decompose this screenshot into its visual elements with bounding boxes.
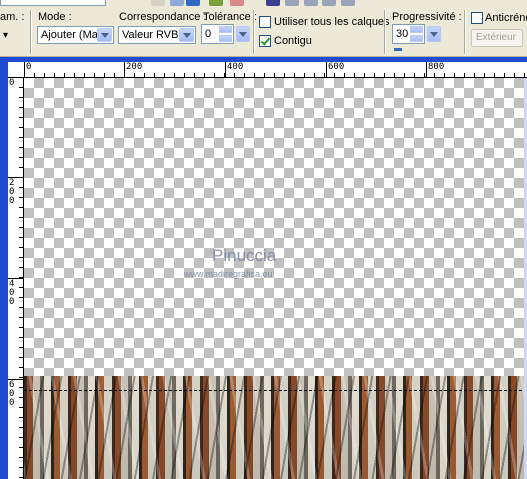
spin-down-icon[interactable]	[410, 35, 423, 42]
progressivite-stepper[interactable]: 30	[392, 24, 441, 44]
ruler-label: 600	[9, 380, 15, 408]
tolerance-label: Tolérance :	[203, 11, 257, 23]
chevron-down-icon[interactable]	[427, 26, 441, 42]
use-all-layers-checkbox[interactable]	[259, 16, 271, 28]
ruler-label: 0	[9, 78, 15, 88]
mode-value: Ajouter (Maj)	[41, 29, 99, 41]
ruler-tick	[326, 62, 327, 77]
vertical-ruler: 0 200 400 600	[8, 77, 24, 479]
ruler-label: 200	[126, 62, 143, 72]
tool-options-bar: am. : ▾ Mode : Ajouter (Maj) Corresponda…	[0, 8, 527, 57]
separator	[384, 10, 386, 54]
floor-image-layer	[24, 376, 527, 479]
ruler-label: 600	[328, 62, 345, 72]
separator	[464, 10, 466, 54]
image-canvas[interactable]: Pinuccia www.madiregrafica.eu	[24, 78, 527, 479]
spin-down-icon[interactable]	[219, 35, 232, 42]
tool-icon[interactable]	[186, 0, 200, 6]
partial-label: am. :	[0, 11, 25, 23]
correspondance-label: Correspondance :	[119, 11, 207, 23]
tool-icon[interactable]	[322, 0, 336, 6]
tool-icon[interactable]	[209, 0, 223, 6]
progressivite-value: 30	[396, 28, 409, 40]
tool-icon[interactable]	[230, 0, 244, 6]
chevron-down-icon[interactable]: ▾	[3, 30, 8, 41]
workspace: 0 200 400 600 800 0 200 400 600 Pinuccia…	[0, 57, 527, 479]
ruler-label: 800	[428, 62, 445, 72]
tool-icon[interactable]	[151, 0, 165, 6]
mode-label: Mode :	[38, 11, 72, 23]
anticrenel-label: Anticrénel	[485, 12, 527, 24]
use-all-layers-label: Utiliser tous les calques	[274, 16, 390, 28]
ruler-corner	[8, 62, 24, 77]
ruler-tick	[24, 62, 25, 77]
chevron-down-icon[interactable]	[179, 28, 194, 42]
progressivite-label: Progressivité :	[392, 11, 462, 23]
ruler-tick	[426, 62, 427, 77]
ruler-tick	[124, 62, 125, 77]
progress-indicator	[394, 48, 402, 51]
spin-up-icon[interactable]	[410, 26, 423, 33]
mode-select[interactable]: Ajouter (Maj)	[37, 26, 114, 44]
tool-icon[interactable]	[304, 0, 318, 6]
contigu-checkbox[interactable]	[259, 35, 271, 47]
ruler-label: 400	[227, 62, 244, 72]
chevron-down-icon[interactable]	[236, 26, 250, 42]
ruler-label: 400	[9, 279, 15, 307]
separator	[253, 10, 255, 54]
selection-outline	[24, 78, 527, 390]
correspondance-select[interactable]: Valeur RVB	[118, 26, 196, 44]
top-toolbar-strip	[0, 0, 527, 8]
separator	[30, 10, 32, 54]
tool-icon[interactable]	[266, 0, 280, 6]
chevron-down-icon[interactable]	[97, 28, 112, 42]
exterieur-button[interactable]: Extérieur	[471, 29, 523, 47]
watermark-url: www.madiregrafica.eu	[184, 269, 273, 279]
contigu-label: Contigu	[274, 35, 312, 47]
tolerance-stepper[interactable]: 0	[201, 24, 250, 44]
ruler-tick	[225, 62, 226, 77]
watermark-name: Pinuccia	[212, 246, 277, 265]
tool-icon[interactable]	[170, 0, 184, 6]
spin-up-icon[interactable]	[219, 26, 232, 33]
tool-icon[interactable]	[285, 0, 299, 6]
top-field[interactable]	[0, 0, 106, 6]
tool-icon[interactable]	[341, 0, 355, 6]
horizontal-ruler: 0 200 400 600 800	[24, 62, 527, 78]
ruler-label: 0	[26, 62, 32, 72]
correspondance-value: Valeur RVB	[122, 29, 179, 41]
anticrenel-checkbox[interactable]	[471, 12, 483, 24]
ruler-label: 200	[9, 178, 15, 206]
tolerance-value: 0	[205, 28, 212, 40]
